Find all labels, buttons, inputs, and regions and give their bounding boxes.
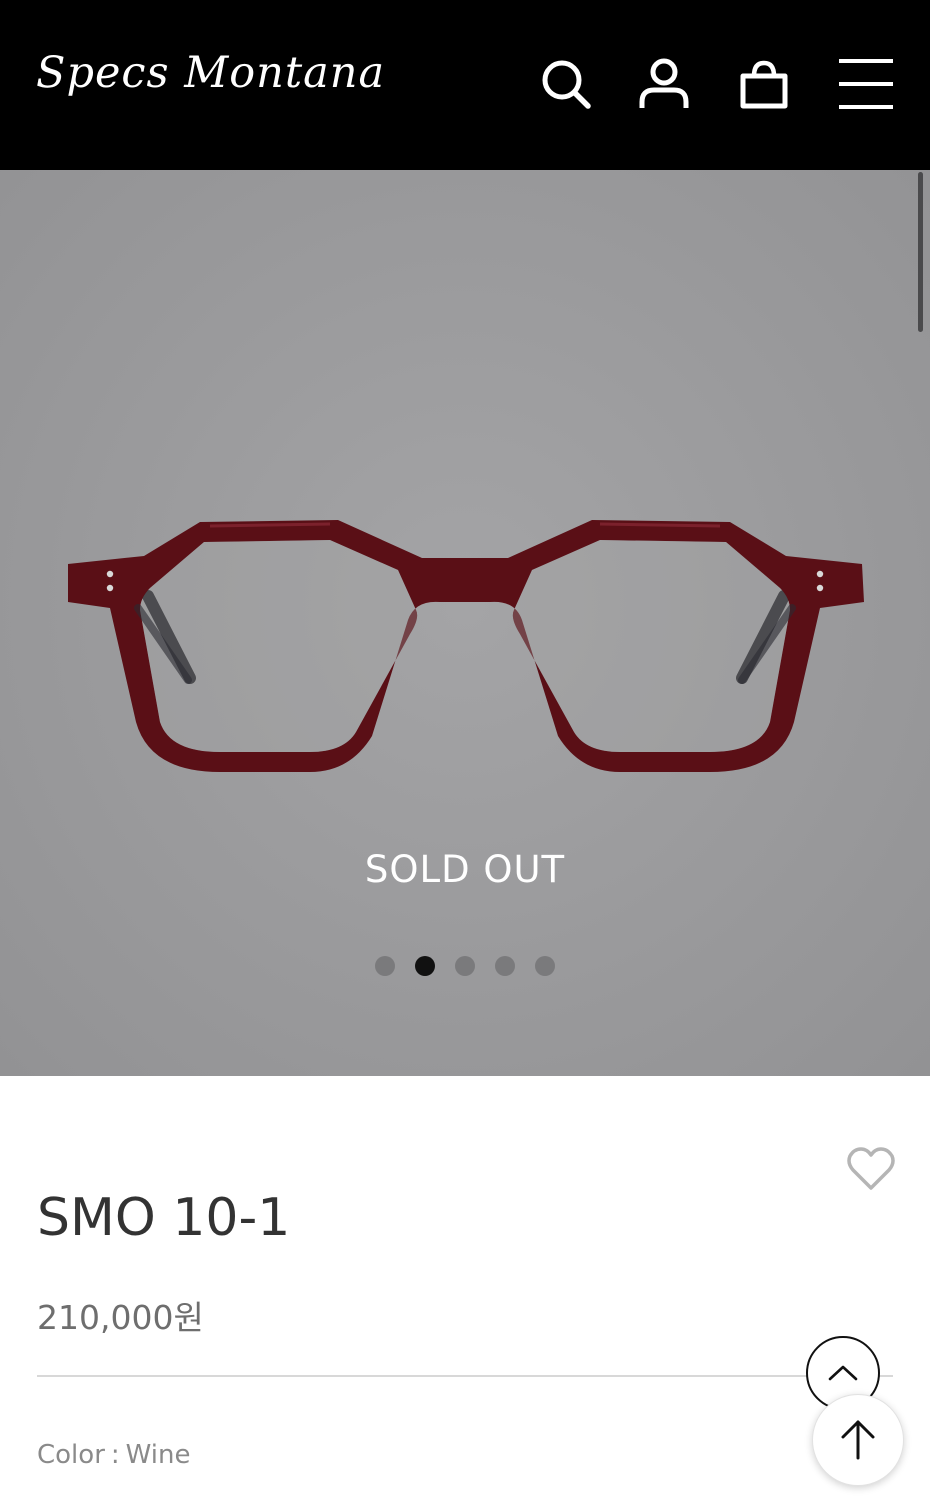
carousel-dot-5[interactable] xyxy=(535,956,555,976)
chevron-up-icon xyxy=(828,1365,858,1381)
product-image-carousel[interactable]: SOLD OUT xyxy=(0,170,930,1076)
page-scrollbar[interactable] xyxy=(918,172,923,332)
carousel-dot-2[interactable] xyxy=(415,956,435,976)
carousel-dot-3[interactable] xyxy=(455,956,475,976)
wishlist-button[interactable] xyxy=(846,1146,896,1192)
color-separator: : xyxy=(110,1440,120,1470)
product-title: SMO 10-1 xyxy=(37,1188,291,1248)
product-color: Color: Wine xyxy=(37,1440,191,1470)
back-to-top-button[interactable] xyxy=(812,1394,904,1486)
color-label: Color xyxy=(37,1440,105,1470)
product-price: 210,000원 xyxy=(37,1298,204,1337)
shopping-bag-icon xyxy=(740,60,788,109)
section-divider xyxy=(37,1375,893,1377)
search-button[interactable] xyxy=(536,52,596,116)
carousel-pagination xyxy=(0,956,930,976)
search-icon xyxy=(542,60,591,109)
product-info-section xyxy=(0,1076,930,1500)
brand-logo[interactable]: Specs Montana xyxy=(36,48,385,98)
color-value: Wine xyxy=(125,1440,191,1470)
carousel-dot-4[interactable] xyxy=(495,956,515,976)
menu-icon xyxy=(839,59,893,109)
user-icon xyxy=(639,58,689,108)
cart-button[interactable] xyxy=(734,52,794,116)
arrow-up-icon xyxy=(841,1420,875,1460)
menu-button[interactable] xyxy=(836,52,896,116)
heart-icon xyxy=(847,1147,895,1190)
eyeglasses-image xyxy=(68,520,864,772)
sold-out-label: SOLD OUT xyxy=(364,848,566,891)
site-header: Specs Montana xyxy=(0,0,930,170)
carousel-dot-1[interactable] xyxy=(375,956,395,976)
account-button[interactable] xyxy=(634,52,694,116)
